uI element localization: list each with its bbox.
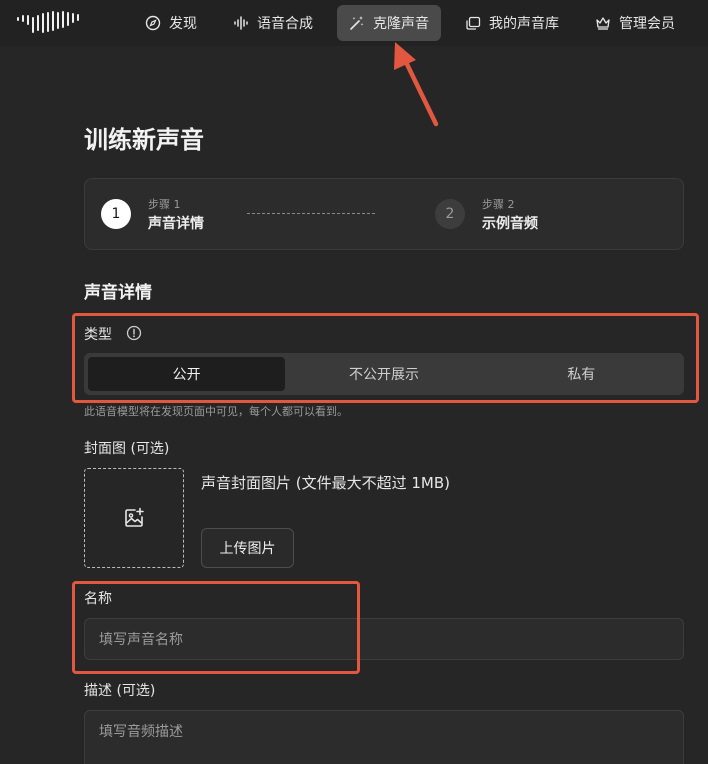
nav-speech-synthesis-label: 语音合成 [257,16,313,32]
cover-description: 声音封面图片 (文件最大不超过 1MB) [201,474,451,492]
nav-my-voice-library[interactable]: 我的声音库 [453,5,571,41]
name-label: 名称 [84,591,112,607]
step-2-circle: 2 [435,199,465,229]
crown-icon [596,17,610,30]
nav-speech-synthesis[interactable]: 语音合成 [221,5,325,41]
voice-description-placeholder: 填写音频描述 [99,724,183,740]
upload-image-button[interactable]: 上传图片 [201,528,294,568]
step-connector [247,213,375,214]
compass-icon [145,15,161,31]
section-title: 声音详情 [84,283,152,303]
voice-description-textarea[interactable]: 填写音频描述 [84,710,684,764]
nav-manage-membership[interactable]: 管理会员 [583,5,687,41]
cover-image-dropzone[interactable] [84,468,184,568]
cover-label: 封面图 (可选) [84,441,170,457]
info-icon[interactable] [126,325,142,341]
visibility-option-unlisted[interactable]: 不公开展示 [285,357,482,391]
logo-waveform-icon[interactable] [16,10,86,34]
top-nav-bar: 发现 语音合成 克隆声音 我的声音库 管理会员 [0,0,708,46]
nav-discover-label: 发现 [169,16,197,32]
step-1-label: 声音详情 [148,216,204,232]
step-1-circle: 1 [101,199,131,229]
step-2-kicker: 步骤 2 [482,198,515,211]
nav-clone-voice-label: 克隆声音 [373,16,429,32]
step-1-kicker: 步骤 1 [148,198,181,211]
annotation-arrow [394,42,439,127]
nav-clone-voice[interactable]: 克隆声音 [337,5,441,41]
visibility-hint: 此语音模型将在发现页面中可见，每个人都可以看到。 [84,405,348,418]
add-image-icon [125,507,144,527]
visibility-option-public[interactable]: 公开 [88,357,286,391]
page-title: 训练新声音 [84,126,204,154]
voice-name-input[interactable]: 填写声音名称 [84,618,684,660]
stepper: 1 步骤 1 声音详情 2 步骤 2 示例音频 [84,178,684,250]
nav-my-voice-library-label: 我的声音库 [489,16,559,32]
nav-discover[interactable]: 发现 [133,5,209,41]
library-icon [466,16,481,30]
nav-manage-membership-label: 管理会员 [619,16,675,32]
waveform-icon [234,16,248,30]
description-label: 描述 (可选) [84,683,156,699]
step-2-label: 示例音频 [482,216,538,232]
visibility-option-private[interactable]: 私有 [483,357,680,391]
visibility-segmented-control: 公开 不公开展示 私有 [84,353,684,395]
voice-name-placeholder: 填写声音名称 [99,632,183,648]
magic-wand-icon [350,16,364,30]
type-label: 类型 [84,327,112,343]
